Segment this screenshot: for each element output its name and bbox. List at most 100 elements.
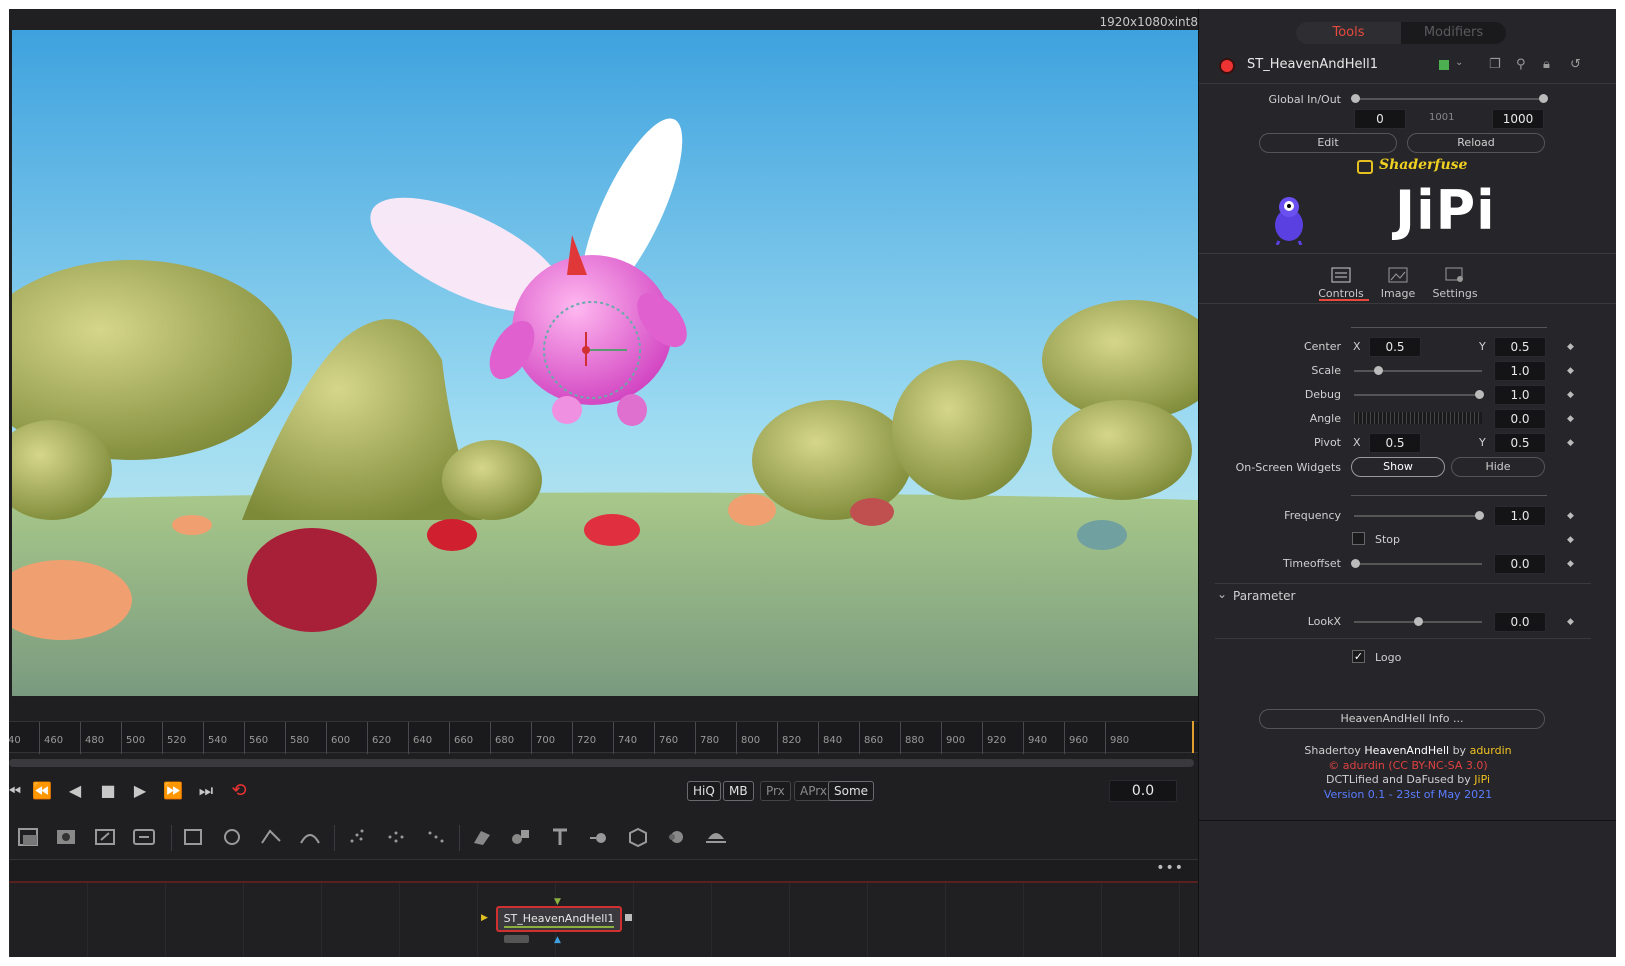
angle-thumbwheel[interactable] <box>1354 412 1482 424</box>
keyframe-icon[interactable]: ◆ <box>1567 559 1574 569</box>
keyframe-icon[interactable]: ◆ <box>1567 366 1574 376</box>
info-button[interactable]: HeavenAndHell Info ... <box>1259 709 1545 729</box>
lookx-knob[interactable] <box>1414 617 1423 626</box>
more-options-icon[interactable]: ••• <box>1156 860 1184 876</box>
keyframe-icon[interactable]: ◆ <box>1567 390 1574 400</box>
frequency-slider[interactable] <box>1354 515 1482 517</box>
timeoffset-field[interactable]: 0.0 <box>1494 554 1546 574</box>
renderer-3d-icon[interactable] <box>703 825 729 849</box>
timeoffset-slider[interactable] <box>1354 563 1482 565</box>
scale-field[interactable]: 1.0 <box>1494 361 1546 381</box>
show-widgets-button[interactable]: Show <box>1351 457 1445 477</box>
subtab-settings[interactable]: Settings <box>1427 267 1483 300</box>
rectangle-mask-icon[interactable] <box>180 825 206 849</box>
fast-forward-icon[interactable]: ⏩ <box>162 780 184 802</box>
lookx-field[interactable]: 0.0 <box>1494 612 1546 632</box>
global-out-knob[interactable] <box>1539 94 1548 103</box>
credit-author-link[interactable]: adurdin <box>1470 744 1512 757</box>
timeline-scrollbar[interactable] <box>9 759 1194 767</box>
tab-tools[interactable]: Tools <box>1296 22 1401 44</box>
pin-icon[interactable]: ⚲ <box>1516 57 1526 72</box>
stop-checkbox[interactable] <box>1352 532 1365 545</box>
light-3d-icon[interactable] <box>664 825 690 849</box>
center-x-field[interactable]: 0.5 <box>1369 337 1421 357</box>
loop-icon[interactable]: ⟲ <box>228 780 250 802</box>
tool-enable-toggle[interactable] <box>1221 60 1233 72</box>
node-output-icon[interactable] <box>625 914 632 921</box>
logo-checkbox[interactable]: ✓ <box>1352 650 1365 663</box>
tab-modifiers[interactable]: Modifiers <box>1401 22 1506 44</box>
bspline-mask-icon[interactable] <box>297 825 323 849</box>
keyframe-icon[interactable]: ◆ <box>1567 342 1574 352</box>
subtab-image[interactable]: Image <box>1370 267 1426 300</box>
stop-icon[interactable]: ■ <box>97 780 119 802</box>
timeoffset-knob[interactable] <box>1351 559 1360 568</box>
global-in-field[interactable]: 0 <box>1354 109 1406 129</box>
keyframe-icon[interactable]: ◆ <box>1567 535 1574 545</box>
global-in-knob[interactable] <box>1351 94 1360 103</box>
hiq-button[interactable]: HiQ <box>687 781 721 801</box>
go-to-start-icon[interactable]: ⏮ <box>9 780 25 802</box>
keyframe-icon[interactable]: ◆ <box>1567 414 1574 424</box>
credit-jipi-link[interactable]: JiPi <box>1474 773 1490 786</box>
some-button[interactable]: Some <box>828 781 875 801</box>
ellipse-mask-icon[interactable] <box>219 825 245 849</box>
tool-color-swatch[interactable] <box>1439 60 1449 70</box>
debug-field[interactable]: 1.0 <box>1494 385 1546 405</box>
credits-license[interactable]: © adurdin (CC BY-NC-SA 3.0) <box>1199 759 1616 774</box>
particle-style-icon[interactable] <box>422 825 448 849</box>
prx-button[interactable]: Prx <box>760 781 791 801</box>
playhead[interactable] <box>1192 721 1194 753</box>
angle-field[interactable]: 0.0 <box>1494 409 1546 429</box>
scale-knob[interactable] <box>1374 366 1383 375</box>
go-to-end-icon[interactable]: ⏭ <box>195 780 217 802</box>
subtab-controls[interactable]: Controls <box>1313 267 1369 300</box>
render-image[interactable] <box>12 30 1198 696</box>
frequency-field[interactable]: 1.0 <box>1494 506 1546 526</box>
particle-render-icon[interactable] <box>383 825 409 849</box>
global-inout-slider[interactable] <box>1354 98 1544 100</box>
camera-3d-icon[interactable] <box>625 825 651 849</box>
flow-editor[interactable]: ▶ ▼ ST_HeavenAndHell1 ▲ <box>9 881 1198 957</box>
rewind-icon[interactable]: ⏪ <box>31 780 53 802</box>
credit-shader-link[interactable]: HeavenAndHell <box>1364 744 1449 757</box>
step-back-icon[interactable]: ◀ <box>64 780 86 802</box>
chevron-down-icon[interactable]: ⌄ <box>1217 587 1227 601</box>
keyframe-icon[interactable]: ◆ <box>1567 617 1574 627</box>
keyframe-icon[interactable]: ◆ <box>1567 511 1574 521</box>
global-out-field[interactable]: 1000 <box>1492 109 1544 129</box>
shape-3d-icon[interactable] <box>508 825 534 849</box>
merge-3d-icon[interactable] <box>586 825 612 849</box>
credits-version[interactable]: Version 0.1 - 23st of May 2021 <box>1199 788 1616 803</box>
edit-button[interactable]: Edit <box>1259 133 1397 153</box>
image-plane-3d-icon[interactable] <box>469 825 495 849</box>
node-thumbnail-toggle[interactable] <box>504 935 529 943</box>
debug-slider[interactable] <box>1354 394 1482 396</box>
reload-button[interactable]: Reload <box>1407 133 1545 153</box>
debug-knob[interactable] <box>1475 390 1484 399</box>
version-icon[interactable]: ❐ <box>1489 57 1501 72</box>
keyframe-icon[interactable]: ◆ <box>1567 438 1574 448</box>
reset-icon[interactable]: ↺ <box>1570 57 1581 72</box>
pivot-y-field[interactable]: 0.5 <box>1494 433 1546 453</box>
parameter-section-label[interactable]: Parameter <box>1233 589 1295 603</box>
merge-tool-icon[interactable] <box>131 825 157 849</box>
loader-tool-icon[interactable] <box>53 825 79 849</box>
frequency-knob[interactable] <box>1475 511 1484 520</box>
background-tool-icon[interactable] <box>15 825 41 849</box>
polygon-mask-icon[interactable] <box>258 825 284 849</box>
chevron-down-icon[interactable]: ⌄ <box>1455 57 1463 68</box>
time-ruler[interactable]: 40 460 480 500 520 540 560 580 600 620 6… <box>9 721 1198 754</box>
viewer[interactable]: 1920x1080xint8 <box>9 9 1198 700</box>
center-y-field[interactable]: 0.5 <box>1494 337 1546 357</box>
lock-icon[interactable]: 🔒︎ <box>1543 57 1550 72</box>
pivot-x-field[interactable]: 0.5 <box>1369 433 1421 453</box>
transform-tool-icon[interactable] <box>92 825 118 849</box>
hide-widgets-button[interactable]: Hide <box>1451 457 1545 477</box>
text-3d-icon[interactable] <box>547 825 573 849</box>
play-icon[interactable]: ▶ <box>129 780 151 802</box>
current-time-field[interactable]: 0.0 <box>1109 780 1177 802</box>
node-st-heavenandhell1[interactable]: ST_HeavenAndHell1 <box>496 906 622 932</box>
particle-emitter-icon[interactable] <box>344 825 370 849</box>
mb-button[interactable]: MB <box>723 781 754 801</box>
